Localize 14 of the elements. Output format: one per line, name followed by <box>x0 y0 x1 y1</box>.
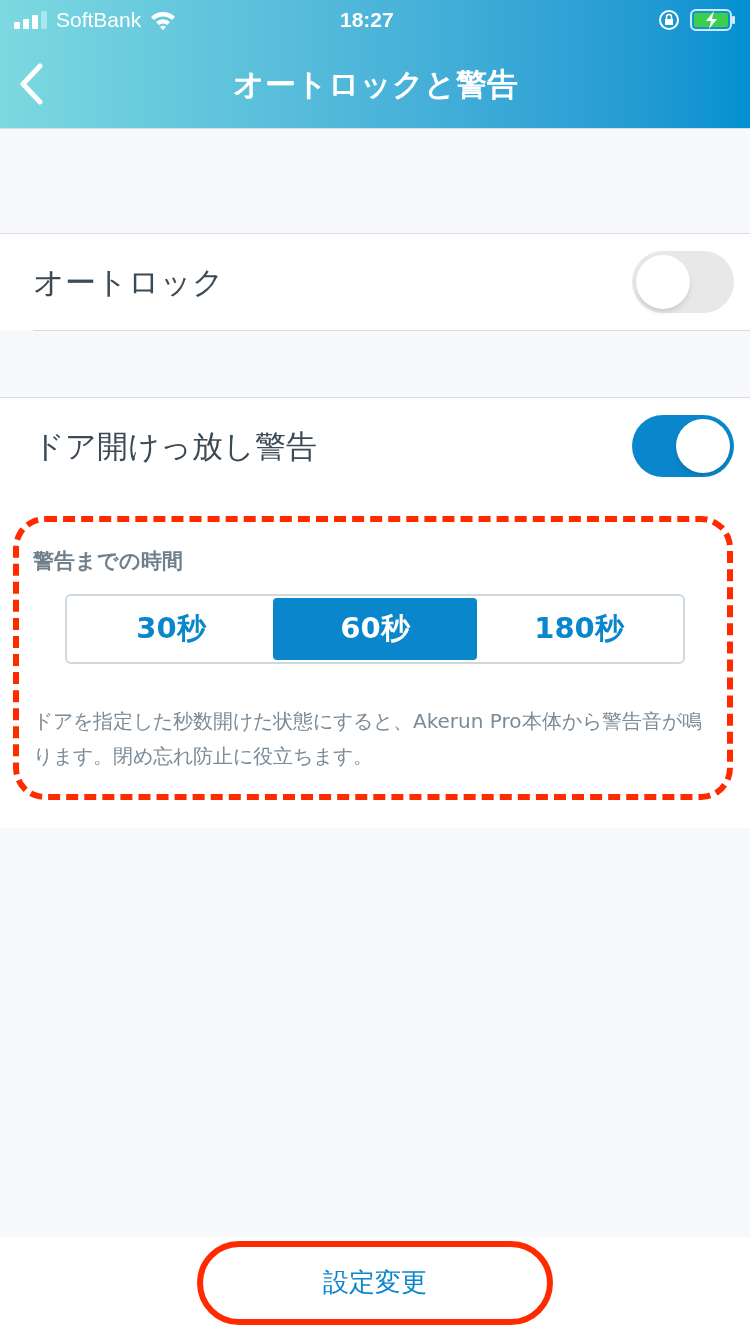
signal-icon <box>14 11 48 29</box>
description-text: ドアを指定した秒数開けた状態にすると、Akerun Pro本体から警告音が鳴ります。閉め忘れ防止に役立ちます。 <box>33 707 703 770</box>
back-chevron-icon <box>18 63 44 105</box>
settings-change-button[interactable]: 設定変更 <box>197 1240 553 1325</box>
status-time: 18:27 <box>340 7 394 34</box>
screen-title: オートロックと警告 <box>232 64 518 104</box>
carrier-name: SoftBank <box>56 7 142 34</box>
section-label: 警告までの時間 <box>33 548 184 575</box>
setting-label: オートロック <box>33 262 224 302</box>
setting-label: ドア開けっ放し警告 <box>33 426 317 466</box>
time-option[interactable]: 60秒 <box>273 597 477 660</box>
battery-icon <box>690 8 736 32</box>
wifi-icon <box>149 10 178 30</box>
rotation-lock-icon <box>658 9 680 31</box>
